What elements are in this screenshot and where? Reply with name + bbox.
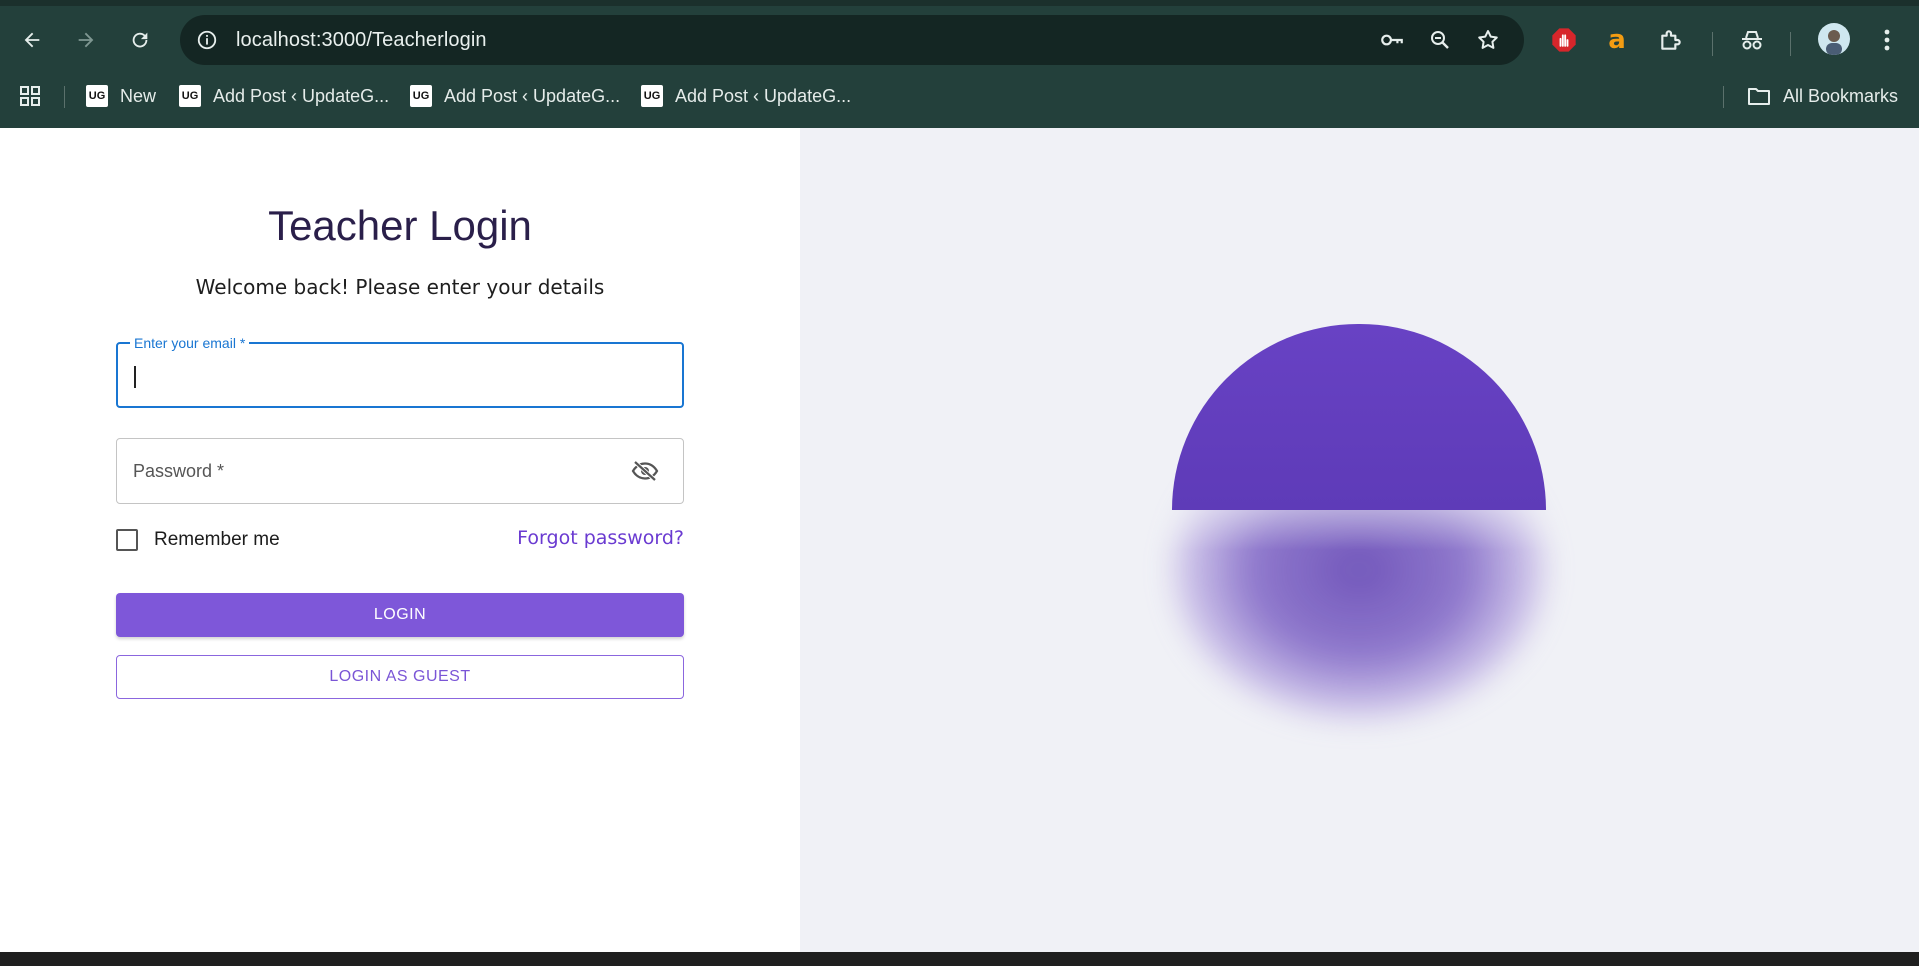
amazon-extension-icon[interactable]: a [1602,25,1632,55]
ug-favicon-icon: UG [641,85,663,107]
visibility-off-icon[interactable] [631,459,659,483]
site-info-icon[interactable] [194,27,220,53]
more-menu-icon[interactable] [1872,25,1902,55]
arrow-right-icon [78,32,94,48]
bookmark-label: New [120,85,157,106]
key-icon[interactable] [1378,26,1406,54]
bookmark-divider [64,86,65,108]
profile-avatar[interactable] [1818,23,1850,55]
remember-checkbox[interactable] [116,529,138,551]
remember-me[interactable]: Remember me [116,526,280,554]
page: Teacher Login Welcome back! Please enter… [0,128,1919,952]
ug-favicon-icon: UG [410,85,432,107]
login-as-guest-button[interactable]: LOGIN AS GUEST [116,655,684,699]
folder-icon [1748,88,1770,105]
ug-favicon-icon: UG [179,85,201,107]
email-label: Enter your email * [130,335,250,351]
password-field[interactable]: Password * [116,438,684,504]
address-bar[interactable]: localhost:3000/Teacherlogin [180,15,1524,65]
all-bookmarks-label: All Bookmarks [1783,85,1899,106]
remember-label: Remember me [154,529,280,550]
reload-button[interactable] [122,22,158,58]
bookmark-label: Add Post ‹ UpdateG... [675,85,852,106]
extensions-puzzle-icon[interactable] [1656,25,1686,55]
browser-chrome: localhost:3000/Teacherlogin a UG New UG … [0,0,1919,128]
bookmark-label: Add Post ‹ UpdateG... [213,85,390,106]
bookmark-item[interactable]: UG Add Post ‹ UpdateG... [641,82,851,110]
bookmark-divider [1723,86,1724,108]
page-subtitle: Welcome back! Please enter your details [195,275,605,299]
incognito-icon[interactable] [1737,25,1767,55]
bookmarks-bar: UG New UG Add Post ‹ UpdateG... UG Add P… [0,76,1919,116]
browser-toolbar: localhost:3000/Teacherlogin a [0,12,1919,68]
text-caret [134,366,136,388]
email-field[interactable]: Enter your email * [116,335,684,408]
tab-strip [0,0,1919,6]
toolbar-divider [1712,32,1713,56]
star-icon[interactable] [1474,26,1502,54]
bookmark-item[interactable]: UG Add Post ‹ UpdateG... [410,82,620,110]
apps-grid-icon[interactable] [18,82,42,110]
toolbar-divider [1790,32,1791,56]
illustration-panel [800,128,1919,952]
orb-shape [1172,324,1546,510]
bookmark-item[interactable]: UG New [86,82,156,110]
forward-button[interactable] [68,22,104,58]
arrow-left-icon [24,32,40,48]
reload-icon [132,32,148,48]
login-button[interactable]: LOGIN [116,593,684,637]
bookmark-label: Add Post ‹ UpdateG... [444,85,621,106]
ug-favicon-icon: UG [86,85,108,107]
login-panel: Teacher Login Welcome back! Please enter… [0,128,800,952]
zoom-icon[interactable] [1426,26,1454,54]
back-button[interactable] [14,22,50,58]
url-text[interactable]: localhost:3000/Teacherlogin [236,29,487,52]
bookmark-item[interactable]: UG Add Post ‹ UpdateG... [179,82,389,110]
password-placeholder: Password * [133,461,225,481]
all-bookmarks-button[interactable]: All Bookmarks [1747,82,1898,110]
orb-glass-overlay [1100,510,1620,550]
page-title: Teacher Login [268,202,532,249]
forgot-password-link[interactable]: Forgot password? [517,527,684,549]
os-taskbar [0,952,1919,966]
adblock-extension-icon[interactable] [1549,25,1579,55]
